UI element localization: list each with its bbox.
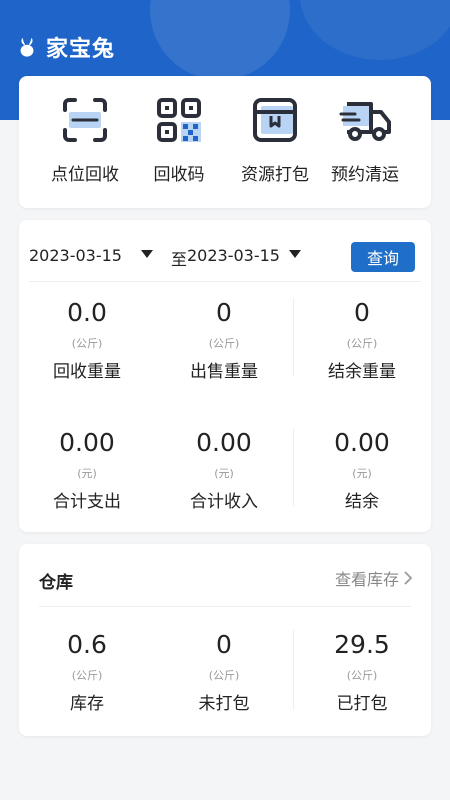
- stat-total-expense: 0.00 (元) 合计支出: [22, 428, 152, 512]
- stat-label: 结余重量: [328, 362, 396, 382]
- chevron-right-icon: [404, 571, 413, 585]
- stat-value: 0: [216, 630, 232, 659]
- stat-unit: (元): [77, 467, 97, 480]
- view-inventory-link[interactable]: 查看库存: [335, 566, 413, 590]
- stat-unit: (公斤): [71, 337, 103, 350]
- stat-balance-weight: 0 (公斤) 结余重量: [297, 298, 427, 382]
- stat-inventory: 0.6 (公斤) 库存: [22, 630, 152, 714]
- stat-total-income: 0.00 (元) 合计收入: [159, 428, 289, 512]
- warehouse-title: 仓库: [39, 573, 73, 593]
- stat-value: 0.00: [59, 428, 115, 457]
- action-label: 资源打包: [241, 165, 309, 185]
- stat-value: 0.00: [196, 428, 252, 457]
- stat-label: 回收重量: [53, 362, 121, 382]
- delivery-truck-icon: [339, 102, 391, 141]
- stat-unit: (公斤): [346, 337, 378, 350]
- stat-value: 0.00: [334, 428, 390, 457]
- header-decoration: [300, 0, 450, 60]
- action-resource-pack[interactable]: 资源打包: [225, 92, 325, 185]
- quick-actions-card: 点位回收 回收码 资源打包 预约清运: [19, 76, 431, 208]
- stat-unit: (公斤): [346, 669, 378, 682]
- stat-recycle-weight: 0.0 (公斤) 回收重量: [22, 298, 152, 382]
- chevron-down-icon[interactable]: [141, 250, 153, 258]
- stat-value: 0: [216, 298, 232, 327]
- query-button[interactable]: 查询: [351, 242, 415, 272]
- divider: [293, 630, 294, 710]
- package-box-icon: [253, 98, 297, 142]
- date-filter-row: 2023-03-15 至 2023-03-15 查询: [29, 230, 421, 282]
- view-inventory-label: 查看库存: [334, 570, 399, 589]
- app-title: 家宝兔: [46, 37, 116, 62]
- stat-value: 29.5: [334, 630, 390, 659]
- divider: [39, 606, 411, 607]
- statistics-card: 2023-03-15 至 2023-03-15 查询 0.0 (公斤) 回收重量…: [19, 220, 431, 532]
- stat-unit: (元): [214, 467, 234, 480]
- chevron-down-icon[interactable]: [289, 250, 301, 258]
- app-bar: 家宝兔: [16, 30, 115, 64]
- stat-packed: 29.5 (公斤) 已打包: [297, 630, 427, 714]
- stat-unit: (公斤): [208, 337, 240, 350]
- action-book-pickup[interactable]: 预约清运: [315, 92, 415, 185]
- stat-label: 已打包: [336, 694, 388, 714]
- warehouse-card: 仓库 查看库存 0.6 (公斤) 库存 0 (公斤) 未打包 29.5 (公斤)…: [19, 544, 431, 736]
- action-recycle-code[interactable]: 回收码: [129, 92, 229, 185]
- action-point-recycle[interactable]: 点位回收: [35, 92, 135, 185]
- end-date-picker[interactable]: 2023-03-15: [187, 246, 280, 265]
- divider: [293, 298, 294, 376]
- stat-unit: (元): [352, 467, 372, 480]
- stat-label: 合计收入: [190, 492, 258, 512]
- scan-frame-icon: [63, 98, 107, 142]
- stat-value: 0: [354, 298, 370, 327]
- start-date-picker[interactable]: 2023-03-15: [29, 246, 122, 265]
- stat-balance: 0.00 (元) 结余: [297, 428, 427, 512]
- stat-unit: (公斤): [208, 669, 240, 682]
- divider: [293, 428, 294, 506]
- stat-value: 0.0: [67, 298, 107, 327]
- stat-label: 未打包: [198, 694, 250, 714]
- stat-label: 库存: [70, 694, 104, 714]
- stat-unit: (公斤): [71, 669, 103, 682]
- rabbit-logo-icon: [20, 37, 34, 57]
- header-decoration: [150, 0, 290, 80]
- stat-label: 合计支出: [53, 492, 121, 512]
- stat-sale-weight: 0 (公斤) 出售重量: [159, 298, 289, 382]
- action-label: 预约清运: [331, 165, 399, 185]
- action-label: 回收码: [153, 165, 205, 185]
- date-range-separator: 至: [171, 250, 188, 269]
- qr-code-icon: [157, 98, 201, 142]
- stat-label: 结余: [345, 492, 379, 512]
- stat-value: 0.6: [67, 630, 107, 659]
- action-label: 点位回收: [51, 165, 119, 185]
- stat-unpacked: 0 (公斤) 未打包: [159, 630, 289, 714]
- stat-label: 出售重量: [190, 362, 258, 382]
